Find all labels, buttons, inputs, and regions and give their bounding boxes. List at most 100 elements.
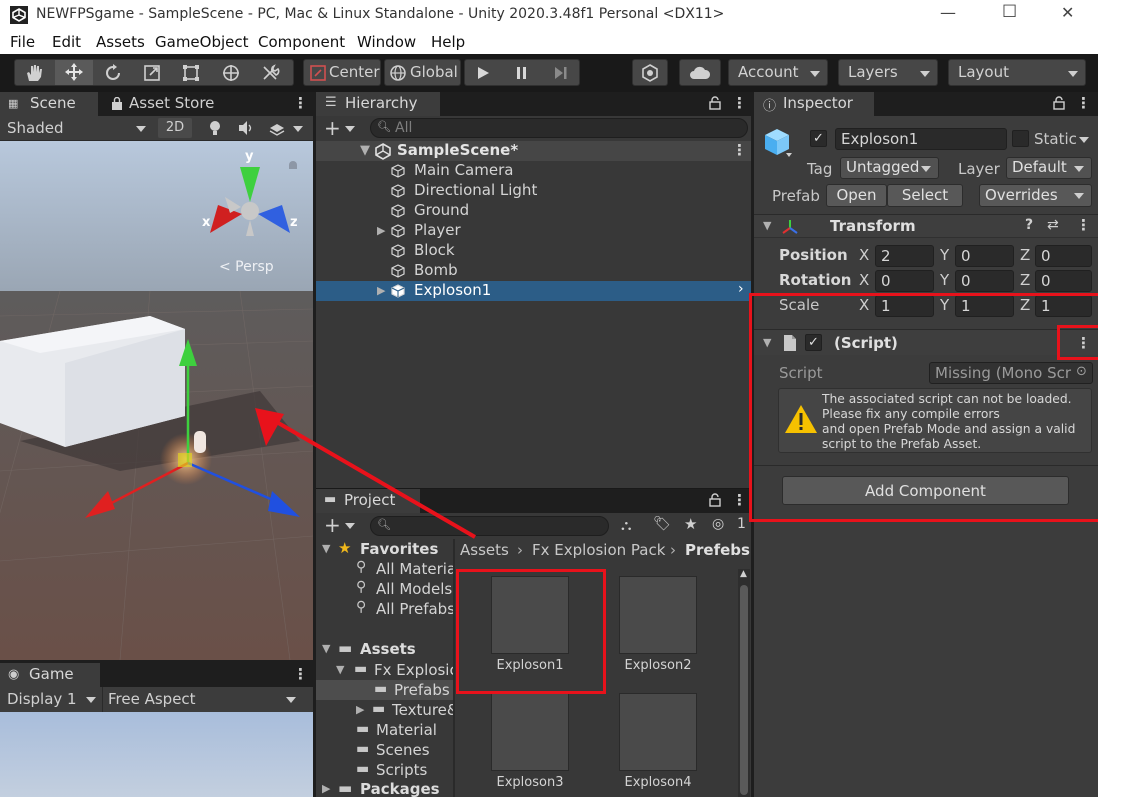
menu-help[interactable]: Help <box>431 33 465 51</box>
scale-tool-icon[interactable] <box>142 63 162 83</box>
step-icon[interactable] <box>554 66 568 80</box>
minimize-icon[interactable]: — <box>940 3 956 22</box>
maximize-icon[interactable]: ☐ <box>1002 2 1017 22</box>
menu-gameobject[interactable]: GameObject <box>155 33 249 51</box>
layer-dropdown[interactable]: Default <box>1006 157 1092 179</box>
menu-assets[interactable]: Assets <box>96 33 145 51</box>
lock-icon[interactable] <box>1052 96 1066 110</box>
hierarchy-search-input[interactable]: 🔍︎ All <box>370 118 748 138</box>
folder-tree-item[interactable]: ▬ Material <box>316 720 453 740</box>
project-menu-icon[interactable]: ⋮ <box>732 491 747 509</box>
aspect-dropdown[interactable]: Free Aspect <box>102 687 302 712</box>
hierarchy-item[interactable]: Bomb <box>316 261 751 281</box>
static-checkbox[interactable] <box>1012 130 1029 147</box>
position-x-field[interactable]: 2 <box>875 245 934 267</box>
hierarchy-item[interactable]: ▶ Exploson1 › <box>316 281 751 301</box>
close-icon[interactable]: ✕ <box>1061 3 1074 22</box>
favorites-label[interactable]: Favorites <box>360 540 438 558</box>
expand-arrow-icon[interactable]: ▶ <box>377 284 385 297</box>
position-z-field[interactable]: 0 <box>1035 245 1092 267</box>
menu-file[interactable]: File <box>10 33 35 51</box>
breadcrumb-item[interactable]: Fx Explosion Pack <box>532 541 665 559</box>
lock-icon[interactable] <box>708 493 722 507</box>
tab-inspector[interactable]: ⓘ Inspector <box>754 92 874 116</box>
tag-dropdown[interactable]: Untagged <box>840 157 939 179</box>
axis-label[interactable]: Z <box>1020 246 1030 264</box>
inspector-menu-icon[interactable]: ⋮ <box>1076 94 1091 112</box>
hierarchy-item[interactable]: ▶ Player <box>316 221 751 241</box>
favorite-item[interactable]: ⚲ All Models <box>316 579 453 599</box>
rotate-tool-icon[interactable] <box>103 63 123 83</box>
pivot-toggle-button[interactable]: Center <box>303 59 381 86</box>
move-tool-active[interactable] <box>55 60 93 85</box>
mode-2d-toggle[interactable]: 2D <box>158 118 192 138</box>
axis-label[interactable]: X <box>859 246 869 264</box>
expand-arrow-icon[interactable]: ▼ <box>360 143 370 158</box>
position-y-field[interactable]: 0 <box>955 245 1014 267</box>
folder-tree-item[interactable]: ▬ Scenes <box>316 740 453 760</box>
play-icon[interactable] <box>476 66 490 80</box>
menu-edit[interactable]: Edit <box>52 33 81 51</box>
menu-window[interactable]: Window <box>357 33 416 51</box>
collapse-arrow-icon[interactable]: ▶ <box>322 782 330 795</box>
layout-dropdown[interactable]: Layout <box>948 59 1086 86</box>
hand-tool-icon[interactable] <box>23 63 43 83</box>
folder-tree-item[interactable]: ▼ ▬ Fx Explosic <box>316 660 453 680</box>
presets-icon[interactable]: ⇄ <box>1047 217 1059 233</box>
breadcrumb-item[interactable]: Prefebs <box>685 541 750 559</box>
scroll-up-icon[interactable]: ▲ <box>740 569 747 579</box>
tag-icon[interactable]: 🏷︎ <box>653 516 671 532</box>
packages-label[interactable]: Packages <box>360 780 440 797</box>
prefab-open-button[interactable]: Open <box>826 184 887 207</box>
star-icon[interactable]: ★ <box>684 515 697 533</box>
transform-tool-icon[interactable] <box>221 63 241 83</box>
object-name-field[interactable]: Exploson1 <box>835 128 1007 150</box>
collapse-arrow-icon[interactable]: ▶ <box>356 703 364 716</box>
scroll-thumb[interactable] <box>740 585 748 795</box>
space-toggle-button[interactable]: Global <box>384 59 461 86</box>
account-dropdown[interactable]: Account <box>728 59 828 86</box>
expand-arrow-icon[interactable]: ▼ <box>336 663 344 676</box>
rotation-y-field[interactable]: 0 <box>955 270 1014 292</box>
effects-toggle-icon[interactable] <box>268 119 286 137</box>
favorite-item[interactable]: ⚲ All Prefabs <box>316 599 453 619</box>
game-menu-icon[interactable]: ⋮ <box>293 665 308 683</box>
projection-label[interactable]: < Persp <box>219 259 274 275</box>
shading-mode-dropdown[interactable]: Shaded <box>7 119 64 137</box>
tab-project[interactable]: ▬ Project <box>316 489 420 513</box>
prefab-overrides-dropdown[interactable]: Overrides <box>979 184 1092 207</box>
expand-arrow-icon[interactable]: ▼ <box>322 642 330 655</box>
panel-splitter[interactable] <box>313 92 316 797</box>
tab-asset-store[interactable]: Asset Store <box>100 92 298 116</box>
folder-tree-item[interactable]: ▶ ▬ Texture& <box>316 700 453 720</box>
transform-row-label[interactable]: Position <box>779 246 848 264</box>
breadcrumb-item[interactable]: Assets <box>460 541 509 559</box>
project-search-input[interactable]: 🔍︎ <box>370 516 609 536</box>
favorite-item[interactable]: ⚲ All Materia <box>316 559 453 579</box>
menu-component[interactable]: Component <box>258 33 345 51</box>
tab-scene[interactable]: ▦ Scene <box>0 92 98 116</box>
tab-hierarchy[interactable]: ☰ Hierarchy <box>316 92 440 116</box>
cloud-button[interactable] <box>679 59 721 86</box>
asset-item[interactable]: Exploson4 <box>583 686 711 797</box>
expand-arrow-icon[interactable]: ▼ <box>763 219 771 232</box>
active-checkbox[interactable]: ✓ <box>810 130 827 147</box>
hidden-packages-icon[interactable]: ◎ <box>712 516 724 532</box>
audio-toggle-icon[interactable] <box>237 119 255 137</box>
asset-scrollbar[interactable]: ▲ <box>738 569 750 797</box>
help-icon[interactable]: ? <box>1025 217 1033 233</box>
add-plus-icon[interactable]: + <box>324 513 341 537</box>
folder-tree-item[interactable]: ▬ Scripts <box>316 760 453 780</box>
hierarchy-item[interactable]: Directional Light <box>316 181 751 201</box>
hierarchy-menu-icon[interactable]: ⋮ <box>732 94 747 112</box>
folder-tree-item[interactable]: ▬ Prefabs <box>316 680 453 700</box>
axis-label[interactable]: X <box>859 271 869 289</box>
hierarchy-item[interactable]: Main Camera <box>316 161 751 181</box>
panel-splitter[interactable] <box>0 660 313 663</box>
hierarchy-item[interactable]: Block <box>316 241 751 261</box>
scene-viewport[interactable]: y x z < Persp <box>0 141 313 660</box>
transform-menu-icon[interactable]: ⋮ <box>1076 216 1091 234</box>
axis-label[interactable]: Y <box>940 271 949 289</box>
transform-row-label[interactable]: Rotation <box>779 271 851 289</box>
lock-icon[interactable] <box>708 96 722 110</box>
